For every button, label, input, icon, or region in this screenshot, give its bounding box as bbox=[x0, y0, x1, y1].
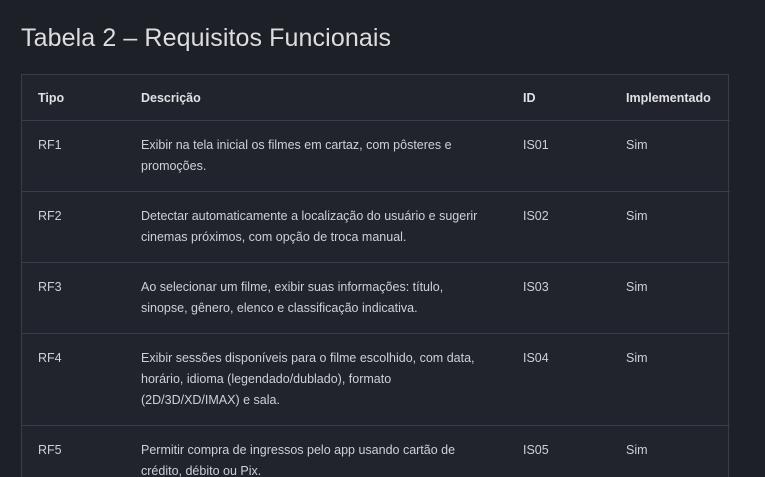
header-descricao: Descrição bbox=[125, 75, 507, 121]
cell-descricao: Ao selecionar um filme, exibir suas info… bbox=[125, 262, 507, 334]
requirements-table: Tipo Descrição ID Implementado RF1 Exibi… bbox=[22, 75, 730, 477]
table-row: RF2 Detectar automaticamente a localizaç… bbox=[22, 191, 730, 263]
cell-id: IS01 bbox=[507, 120, 610, 192]
table-title: Tabela 2 – Requisitos Funcionais bbox=[21, 24, 392, 52]
table-row: RF3 Ao selecionar um filme, exibir suas … bbox=[22, 262, 730, 334]
cell-id: IS03 bbox=[507, 262, 610, 334]
cell-tipo: RF4 bbox=[22, 333, 125, 426]
table-row: RF5 Permitir compra de ingressos pelo ap… bbox=[22, 425, 730, 477]
cell-id: IS04 bbox=[507, 333, 610, 426]
table-header-row: Tipo Descrição ID Implementado bbox=[22, 75, 730, 121]
cell-id: IS05 bbox=[507, 425, 610, 477]
cell-tipo: RF5 bbox=[22, 425, 125, 477]
cell-implementado: Sim bbox=[610, 425, 730, 477]
cell-implementado: Sim bbox=[610, 262, 730, 334]
cell-tipo: RF3 bbox=[22, 262, 125, 334]
cell-implementado: Sim bbox=[610, 191, 730, 263]
requirements-table-container: Tipo Descrição ID Implementado RF1 Exibi… bbox=[21, 74, 730, 477]
cell-descricao: Exibir sessões disponíveis para o filme … bbox=[125, 333, 507, 426]
cell-id: IS02 bbox=[507, 191, 610, 263]
cell-descricao: Permitir compra de ingressos pelo app us… bbox=[125, 425, 507, 477]
header-tipo: Tipo bbox=[22, 75, 125, 121]
table-row: RF1 Exibir na tela inicial os filmes em … bbox=[22, 120, 730, 192]
cell-tipo: RF1 bbox=[22, 120, 125, 192]
header-id: ID bbox=[507, 75, 610, 121]
header-implementado: Implementado bbox=[610, 75, 730, 121]
cell-implementado: Sim bbox=[610, 333, 730, 426]
cell-descricao: Detectar automaticamente a localização d… bbox=[125, 191, 507, 263]
cell-implementado: Sim bbox=[610, 120, 730, 192]
page: Tabela 2 – Requisitos Funcionais Tipo De… bbox=[0, 0, 765, 477]
table-row: RF4 Exibir sessões disponíveis para o fi… bbox=[22, 333, 730, 426]
cell-tipo: RF2 bbox=[22, 191, 125, 263]
cell-descricao: Exibir na tela inicial os filmes em cart… bbox=[125, 120, 507, 192]
